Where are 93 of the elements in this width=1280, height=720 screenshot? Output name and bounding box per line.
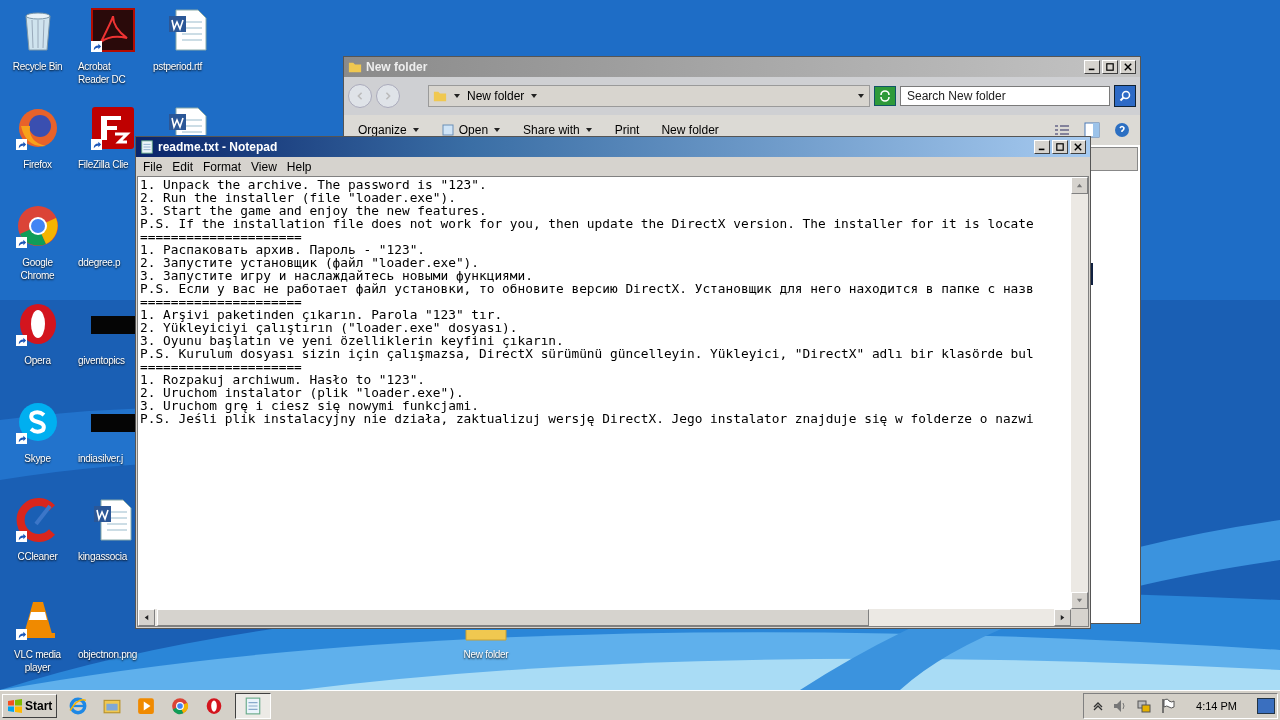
text-line: 1. Arşivi paketinden çıkarın. Parola "123" tır. [140, 308, 504, 321]
maximize-icon [1106, 63, 1114, 71]
start-button[interactable]: Start [2, 693, 58, 718]
close-icon [1074, 143, 1082, 151]
refresh-icon [879, 90, 891, 102]
breadcrumb-item[interactable]: New folder [467, 89, 525, 103]
menu-item[interactable]: Edit [167, 159, 199, 174]
desktop-icon-label[interactable]: FileZilla Clie [78, 158, 129, 171]
dropdown-caret-icon[interactable] [857, 92, 865, 100]
notepad-icon [244, 696, 263, 715]
scroll-left-button[interactable] [138, 609, 155, 626]
search-button[interactable] [1114, 85, 1136, 107]
window-title: New folder [366, 60, 428, 74]
toolbar-button[interactable]: Print [610, 123, 644, 137]
window-title: readme.txt - Notepad [158, 140, 278, 154]
scroll-down-button[interactable] [1071, 592, 1088, 609]
close-button[interactable] [1070, 140, 1086, 154]
text-line: P.S. Если у вас не работает файл установки, то обновите версию DirectX. Установщик для него находится в папке с назв [140, 282, 1035, 295]
desktop-icon-label[interactable]: Recycle Bin [12, 60, 63, 73]
taskbar-button[interactable] [235, 692, 272, 719]
desktop-icon-label[interactable]: giventopics [78, 354, 125, 367]
notepad-icon [140, 140, 154, 154]
help-icon[interactable] [1114, 122, 1130, 138]
media-player-icon [137, 696, 156, 715]
toolbar-button[interactable]: New folder [657, 123, 723, 137]
desktop-icon-label[interactable]: pstperiod.rtf [153, 60, 202, 73]
internet-explorer-icon [69, 696, 88, 715]
preview-pane-icon[interactable] [1084, 122, 1100, 138]
caret-icon [453, 92, 461, 100]
toolbar-button[interactable]: Open [437, 123, 506, 137]
scroll-thumb[interactable] [157, 609, 869, 626]
desktop-icon-label[interactable]: CCleaner [17, 550, 58, 563]
acrobat-icon[interactable] [90, 8, 135, 52]
text-line: 2. Run the installer (file "loader.exe"). [140, 191, 457, 204]
scroll-right-button[interactable] [1054, 609, 1071, 626]
desktop-icon-label[interactable]: kingassocia [78, 550, 127, 563]
chrome-icon [171, 696, 190, 715]
show-desktop-button[interactable] [1257, 697, 1275, 714]
menu-item[interactable]: Help [281, 159, 317, 174]
desktop-icon-label[interactable]: Acrobat Reader DC [78, 60, 138, 86]
minimize-button[interactable] [1034, 140, 1050, 154]
desktop-icon-label[interactable]: VLC media player [7, 648, 68, 674]
text-line: 3. Oyunu başlatın ve yeni özelliklerin keyfini çıkarın. [140, 334, 565, 347]
folder-icon [348, 60, 362, 74]
text-line: 1. Распаковать архив. Пароль - "123". [140, 243, 427, 256]
desktop-icon-label[interactable]: ddegree.p [78, 256, 121, 269]
refresh-button[interactable] [874, 86, 896, 106]
left-arrow-icon [143, 614, 150, 621]
right-arrow-icon [1059, 614, 1066, 621]
text-line: ===================== [140, 230, 303, 243]
toolbar-button[interactable]: Share with [519, 123, 597, 137]
text-line: 3. Запустите игру и наслаждайтесь новыми функциями. [140, 269, 534, 282]
text-line: P.S. Kurulum dosyası sizin için çalışmazsa, DirectX sürümünü güncelleyin. Yükleyici, "DirectX" adlı bir klasörde bul [140, 347, 1035, 360]
chrome-icon[interactable] [15, 204, 60, 248]
text-line: 2. Запустите установщик (файл "loader.exe"). [140, 256, 480, 269]
text-line: ===================== [140, 295, 302, 308]
desktop-icon-label[interactable]: Firefox [23, 158, 52, 171]
toolbar-button[interactable]: Organize [354, 123, 424, 137]
text-line: 2. Uruchom instalator (plik "loader.exe"). [140, 386, 465, 399]
text-line: P.S. Jeśli plik instalacyjny nie działa, zaktualizuj wersję DirectX. Jego instalator znajduje się w folderze o nazwi [140, 412, 1035, 425]
desktop-icon-label[interactable]: indiasilver.j [78, 452, 123, 465]
text-line: P.S. If the installation file does not work for you, then update the DirectX version. The installer for it is locate [140, 217, 1035, 230]
menu-item[interactable]: View [246, 159, 282, 174]
windows-logo-icon [7, 697, 23, 714]
down-arrow-icon [1076, 597, 1083, 604]
view-options-icon[interactable] [1054, 122, 1070, 138]
menu-item[interactable]: File [138, 159, 168, 174]
desktop-icon-label[interactable]: Google Chrome [7, 256, 68, 282]
text-line: 3. Uruchom grę i ciesz się nowymi funkcjami. [140, 399, 480, 412]
text-line: 3. Start the game and enjoy the new features. [140, 204, 488, 217]
clock[interactable]: 4:14 PM [1196, 699, 1237, 712]
up-arrow-icon [1076, 182, 1083, 189]
desktop-icon-label[interactable]: Skype [24, 452, 51, 465]
text-line: 1. Unpack the archive. The password is "123". [140, 178, 488, 191]
network-icon[interactable] [1136, 697, 1153, 714]
maximize-icon [1056, 143, 1064, 151]
text-line: 2. Yükleyiciyi çalıştırın ("loader.exe" dosyası). [140, 321, 519, 334]
opera-icon [205, 696, 224, 715]
filezilla-icon[interactable] [90, 106, 135, 150]
desktop-icon-label[interactable]: Opera [24, 354, 51, 367]
scroll-up-button[interactable] [1071, 177, 1088, 194]
close-icon [1124, 63, 1132, 71]
search-field[interactable]: Search New folder [900, 86, 1110, 106]
caret-icon [530, 92, 539, 100]
text-line: 1. Rozpakuj archiwum. Hasło to "123". [140, 373, 427, 386]
search-icon [1119, 90, 1131, 102]
desktop-icon-label[interactable]: objectnon.png [78, 648, 137, 661]
text-line: ===================== [140, 360, 303, 373]
scrollbar-corner [1071, 609, 1088, 626]
maximize-button[interactable] [1052, 140, 1068, 154]
folder-icon [433, 89, 447, 103]
menu-item[interactable]: Format [198, 159, 247, 174]
flag-icon[interactable] [1160, 697, 1177, 714]
